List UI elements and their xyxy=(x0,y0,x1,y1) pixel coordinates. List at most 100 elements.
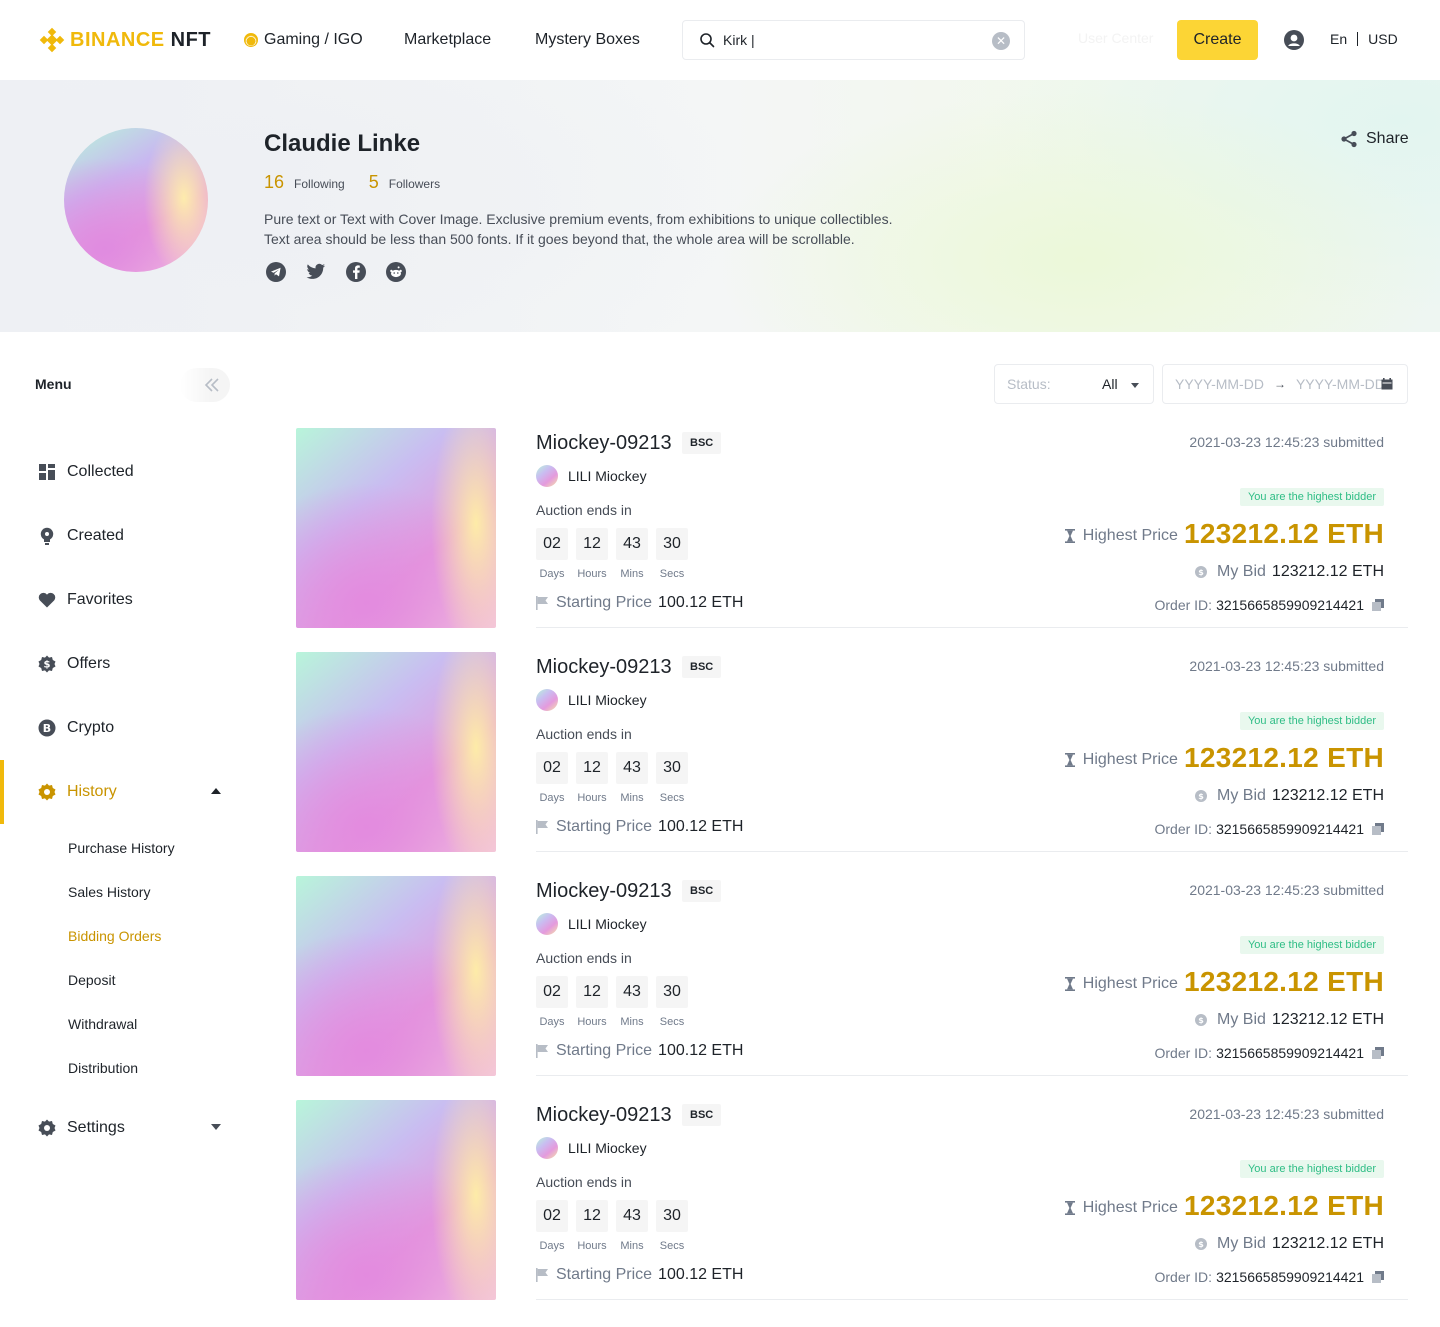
sidebar-item-offers[interactable]: $ Offers xyxy=(0,644,240,684)
language-label[interactable]: En xyxy=(1330,31,1347,47)
date-end-input[interactable]: YYYY-MM-DD xyxy=(1296,376,1385,392)
countdown-unit-label: Hours xyxy=(577,568,607,580)
date-range-picker[interactable]: YYYY-MM-DD → YYYY-MM-DD xyxy=(1162,364,1408,404)
countdown-value: 43 xyxy=(616,752,648,784)
share-label: Share xyxy=(1366,130,1409,147)
sidebar-subitem-deposit[interactable]: Deposit xyxy=(68,972,115,988)
sidebar-item-collected[interactable]: Collected xyxy=(0,452,240,492)
nav-mystery-label: Mystery Boxes xyxy=(535,31,640,48)
auction-ends-label: Auction ends in xyxy=(536,502,632,518)
nav-mystery-boxes[interactable]: Mystery Boxes xyxy=(535,29,640,51)
starting-price-value: 100.12 ETH xyxy=(658,818,744,835)
sidebar-subitem-bidding-orders[interactable]: Bidding Orders xyxy=(68,928,161,944)
sidebar-item-favorites[interactable]: Favorites xyxy=(0,580,240,620)
binance-nft-logo[interactable]: BINANCE NFT xyxy=(39,26,211,54)
countdown-unit: 43 Mins xyxy=(616,752,648,804)
highest-price-text: Highest Price xyxy=(1082,1199,1178,1216)
social-links xyxy=(266,262,426,282)
sidebar-item-label: History xyxy=(67,783,117,800)
highest-price: Highest Price 123212.12 ETH xyxy=(1064,966,1384,998)
nft-title[interactable]: Miockey-09213 xyxy=(536,656,672,679)
my-bid: $ My Bid 123212.12 ETH xyxy=(1195,563,1384,581)
sidebar-subitem-withdrawal[interactable]: Withdrawal xyxy=(68,1016,137,1032)
countdown-unit-label: Secs xyxy=(659,1016,685,1028)
following-count[interactable]: 16 xyxy=(264,172,284,193)
nft-title[interactable]: Miockey-09213 xyxy=(536,880,672,903)
status-filter-select[interactable]: Status: All xyxy=(994,364,1154,404)
twitter-icon[interactable] xyxy=(306,262,326,282)
followers-label[interactable]: Followers xyxy=(389,177,440,191)
chevron-up-icon[interactable] xyxy=(211,788,221,794)
share-button[interactable]: Share xyxy=(1340,130,1409,148)
hourglass-icon xyxy=(1064,529,1075,543)
highest-price-text: Highest Price xyxy=(1082,751,1178,768)
sidebar-subitem-sales-history[interactable]: Sales History xyxy=(68,884,150,900)
sidebar-item-history[interactable]: History xyxy=(0,760,240,824)
svg-text:B: B xyxy=(43,722,51,735)
nft-thumbnail[interactable] xyxy=(296,428,496,628)
countdown-unit: 12 Hours xyxy=(576,976,608,1028)
creator[interactable]: LILI Miockey xyxy=(536,1137,647,1159)
countdown-unit: 30 Secs xyxy=(656,976,688,1028)
profile-name: Claudie Linke xyxy=(264,130,421,157)
search-bar[interactable]: ✕ xyxy=(682,20,1025,60)
countdown-value: 43 xyxy=(616,976,648,1008)
currency-label[interactable]: USD xyxy=(1368,31,1398,47)
nft-title[interactable]: Miockey-09213 xyxy=(536,432,672,455)
sidebar-item-label: Crypto xyxy=(67,719,115,736)
followers-count[interactable]: 5 xyxy=(369,172,379,193)
nav-gaming-igo[interactable]: Gaming / IGO xyxy=(244,29,363,51)
auction-ends-label: Auction ends in xyxy=(536,950,632,966)
bidding-order-card[interactable]: Miockey-09213 BSC LILI Miockey Auction e… xyxy=(296,876,1408,1076)
bidding-order-card[interactable]: Miockey-09213 BSC LILI Miockey Auction e… xyxy=(296,652,1408,852)
copy-icon[interactable] xyxy=(1372,599,1384,611)
creator[interactable]: LILI Miockey xyxy=(536,913,647,935)
countdown-unit-label: Secs xyxy=(659,1240,685,1252)
submitted-timestamp: 2021-03-23 12:45:23 submitted xyxy=(1189,882,1384,898)
search-input[interactable] xyxy=(723,32,983,48)
language-currency-selector[interactable]: En USD xyxy=(1330,31,1398,47)
divider xyxy=(536,851,1408,852)
calendar-icon[interactable] xyxy=(1381,378,1393,390)
date-start-input[interactable]: YYYY-MM-DD xyxy=(1175,376,1264,392)
bidding-order-card[interactable]: Miockey-09213 BSC LILI Miockey Auction e… xyxy=(296,1100,1408,1300)
submitted-timestamp: 2021-03-23 12:45:23 submitted xyxy=(1189,1106,1384,1122)
svg-text:$: $ xyxy=(1198,1240,1204,1249)
chevron-down-icon[interactable] xyxy=(211,1124,221,1130)
copy-icon[interactable] xyxy=(1372,1271,1384,1283)
nav-marketplace[interactable]: Marketplace xyxy=(404,29,491,51)
reddit-icon[interactable] xyxy=(386,262,406,282)
order-id-value: 3215665859909214421 xyxy=(1216,597,1364,613)
nft-thumbnail[interactable] xyxy=(296,652,496,852)
sidebar-item-label: Settings xyxy=(67,1119,125,1136)
highest-bidder-badge: You are the highest bidder xyxy=(1239,936,1384,954)
copy-icon[interactable] xyxy=(1372,1047,1384,1059)
sidebar-item-crypto[interactable]: B Crypto xyxy=(0,708,240,748)
collapse-menu-button[interactable] xyxy=(180,368,230,402)
sidebar-item-settings[interactable]: Settings xyxy=(0,1108,240,1148)
create-button[interactable]: Create xyxy=(1177,20,1258,60)
nft-thumbnail[interactable] xyxy=(296,876,496,1076)
copy-icon[interactable] xyxy=(1372,823,1384,835)
bidding-order-card[interactable]: Miockey-09213 BSC LILI Miockey Auction e… xyxy=(296,428,1408,628)
my-bid-value: 123212.12 ETH xyxy=(1271,1235,1384,1252)
user-avatar-icon[interactable] xyxy=(1284,30,1304,50)
sidebar-subitem-purchase-history[interactable]: Purchase History xyxy=(68,840,175,856)
order-id-label: Order ID: xyxy=(1154,1045,1213,1061)
nft-title[interactable]: Miockey-09213 xyxy=(536,1104,672,1127)
creator[interactable]: LILI Miockey xyxy=(536,465,647,487)
sidebar-item-created[interactable]: Created xyxy=(0,516,240,556)
starting-price: Starting Price 100.12 ETH xyxy=(536,1042,743,1060)
creator[interactable]: LILI Miockey xyxy=(536,689,647,711)
following-label[interactable]: Following xyxy=(294,177,345,191)
facebook-icon[interactable] xyxy=(346,262,366,282)
user-center-link[interactable]: User Center xyxy=(1078,30,1153,46)
binance-logo-icon xyxy=(39,27,65,53)
status-filter-value: All xyxy=(1102,376,1118,392)
flag-icon xyxy=(536,1044,548,1058)
clear-search-icon[interactable]: ✕ xyxy=(992,32,1010,50)
countdown-unit-label: Days xyxy=(539,792,565,804)
sidebar-subitem-distribution[interactable]: Distribution xyxy=(68,1060,138,1076)
telegram-icon[interactable] xyxy=(266,262,286,282)
nft-thumbnail[interactable] xyxy=(296,1100,496,1300)
